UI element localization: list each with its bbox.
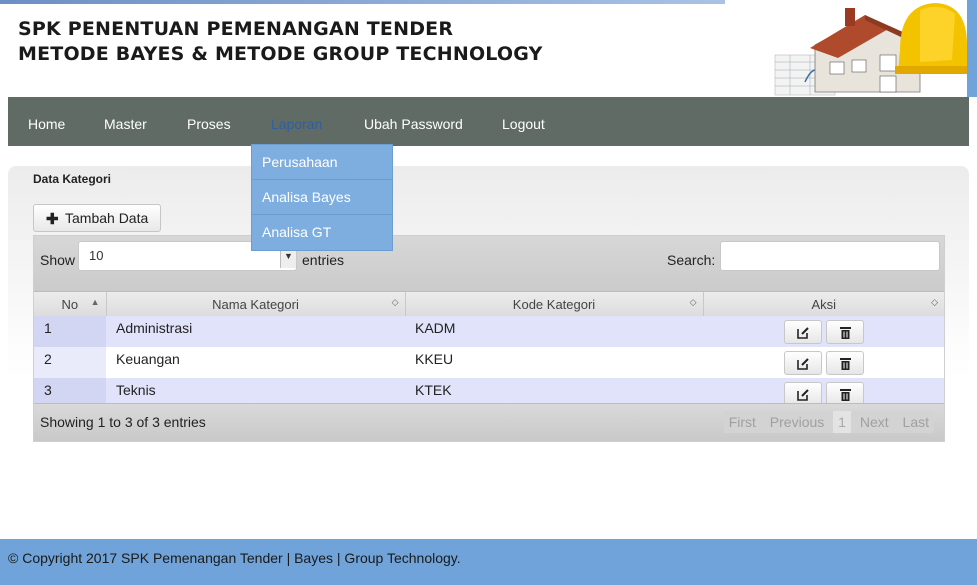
cell-no: 1 — [34, 316, 106, 347]
cell-nama: Keuangan — [106, 347, 405, 378]
trash-icon — [839, 327, 851, 339]
plus-icon: ✚ — [46, 211, 59, 228]
page-footer: © Copyright 2017 SPK Pemenangan Tender |… — [0, 539, 977, 585]
kategori-table: No ▲ Nama Kategori ◇ Kode Kategori ◇ Aksi ◇ … — [34, 292, 944, 409]
show-label: Show — [40, 252, 76, 268]
edit-icon — [796, 358, 809, 370]
nav-master[interactable]: Master — [104, 97, 147, 146]
laporan-dropdown-menu: Perusahaan Analisa Bayes Analisa GT — [251, 144, 393, 251]
pager-next[interactable]: Next — [855, 411, 894, 433]
column-nama-label: Nama Kategori — [212, 296, 299, 312]
pager-previous[interactable]: Previous — [765, 411, 829, 433]
add-data-label: Tambah Data — [65, 210, 149, 226]
sort-both-icon: ◇ — [689, 297, 697, 307]
search-input[interactable] — [720, 241, 940, 271]
construction-house-hardhat-logo — [774, 3, 970, 96]
table-toolbar: Show 10 ▼ entries Search: — [34, 236, 944, 292]
add-data-button[interactable]: ✚ Tambah Data — [33, 204, 161, 232]
column-header-no[interactable]: No ▲ — [34, 292, 107, 316]
column-aksi-label: Aksi — [811, 296, 837, 312]
header-banner: SPK PENENTUAN PEMENANGAN TENDER METODE B… — [0, 0, 977, 97]
column-header-kode[interactable]: Kode Kategori ◇ — [405, 292, 704, 316]
menu-item-analisa-gt[interactable]: Analisa GT — [252, 215, 392, 250]
sort-asc-icon: ▲ — [90, 297, 100, 307]
menu-item-perusahaan[interactable]: Perusahaan — [252, 145, 392, 180]
table-footer: Showing 1 to 3 of 3 entries First Previo… — [34, 403, 944, 441]
data-table-wrapper: Show 10 ▼ entries Search: No ▲ Nama Kateg… — [33, 235, 945, 442]
copyright-text: © Copyright 2017 SPK Pemenangan Tender |… — [8, 550, 461, 566]
search-label: Search: — [667, 252, 716, 268]
table-row: 1 Administrasi KADM — [34, 316, 944, 347]
edit-button[interactable] — [783, 320, 822, 344]
page-length-value: 10 — [89, 248, 104, 263]
delete-button[interactable] — [825, 351, 864, 375]
entries-label: entries — [302, 252, 345, 268]
column-header-aksi[interactable]: Aksi ◇ — [703, 292, 944, 316]
nav-home[interactable]: Home — [28, 97, 65, 146]
column-kode-label: Kode Kategori — [512, 296, 596, 312]
page-title: Data Kategori — [33, 172, 112, 186]
delete-button[interactable] — [825, 320, 864, 344]
header-right-bar — [967, 0, 977, 97]
cell-kode: KKEU — [405, 347, 703, 378]
trash-icon — [839, 389, 851, 401]
nav-ubah-password[interactable]: Ubah Password — [364, 97, 463, 146]
edit-icon — [796, 389, 809, 401]
sort-both-icon: ◇ — [931, 297, 938, 307]
pager-last[interactable]: Last — [898, 411, 934, 433]
pager-page[interactable]: 1 — [833, 411, 851, 433]
header-top-line — [0, 0, 725, 4]
main-navbar: Home Master Proses Laporan Ubah Password… — [8, 97, 969, 146]
pager-first[interactable]: First — [724, 411, 761, 433]
cell-no: 2 — [34, 347, 106, 378]
nav-proses[interactable]: Proses — [187, 97, 231, 146]
app-title-line1: SPK PENENTUAN PEMENANGAN TENDER — [18, 18, 454, 40]
cell-nama: Administrasi — [106, 316, 405, 347]
table-info: Showing 1 to 3 of 3 entries — [40, 414, 206, 430]
edit-button[interactable] — [783, 351, 822, 375]
edit-icon — [796, 327, 809, 339]
app-title-line2: METODE BAYES & METODE GROUP TECHNOLOGY — [18, 43, 543, 65]
table-row: 2 Keuangan KKEU — [34, 347, 944, 378]
menu-item-analisa-bayes[interactable]: Analisa Bayes — [252, 180, 392, 215]
column-no-label: No — [61, 296, 79, 312]
nav-laporan[interactable]: Laporan — [271, 97, 322, 146]
app-title: SPK PENENTUAN PEMENANGAN TENDER METODE B… — [18, 17, 543, 67]
content-panel: Data Kategori ✚ Tambah Data Show 10 ▼ en… — [8, 166, 969, 520]
cell-aksi — [703, 347, 944, 378]
trash-icon — [839, 358, 851, 370]
column-header-nama[interactable]: Nama Kategori ◇ — [106, 292, 406, 316]
cell-aksi — [703, 316, 944, 347]
cell-kode: KADM — [405, 316, 703, 347]
nav-logout[interactable]: Logout — [502, 97, 545, 146]
sort-both-icon: ◇ — [391, 297, 399, 307]
pagination: First Previous 1 Next Last — [723, 411, 934, 433]
